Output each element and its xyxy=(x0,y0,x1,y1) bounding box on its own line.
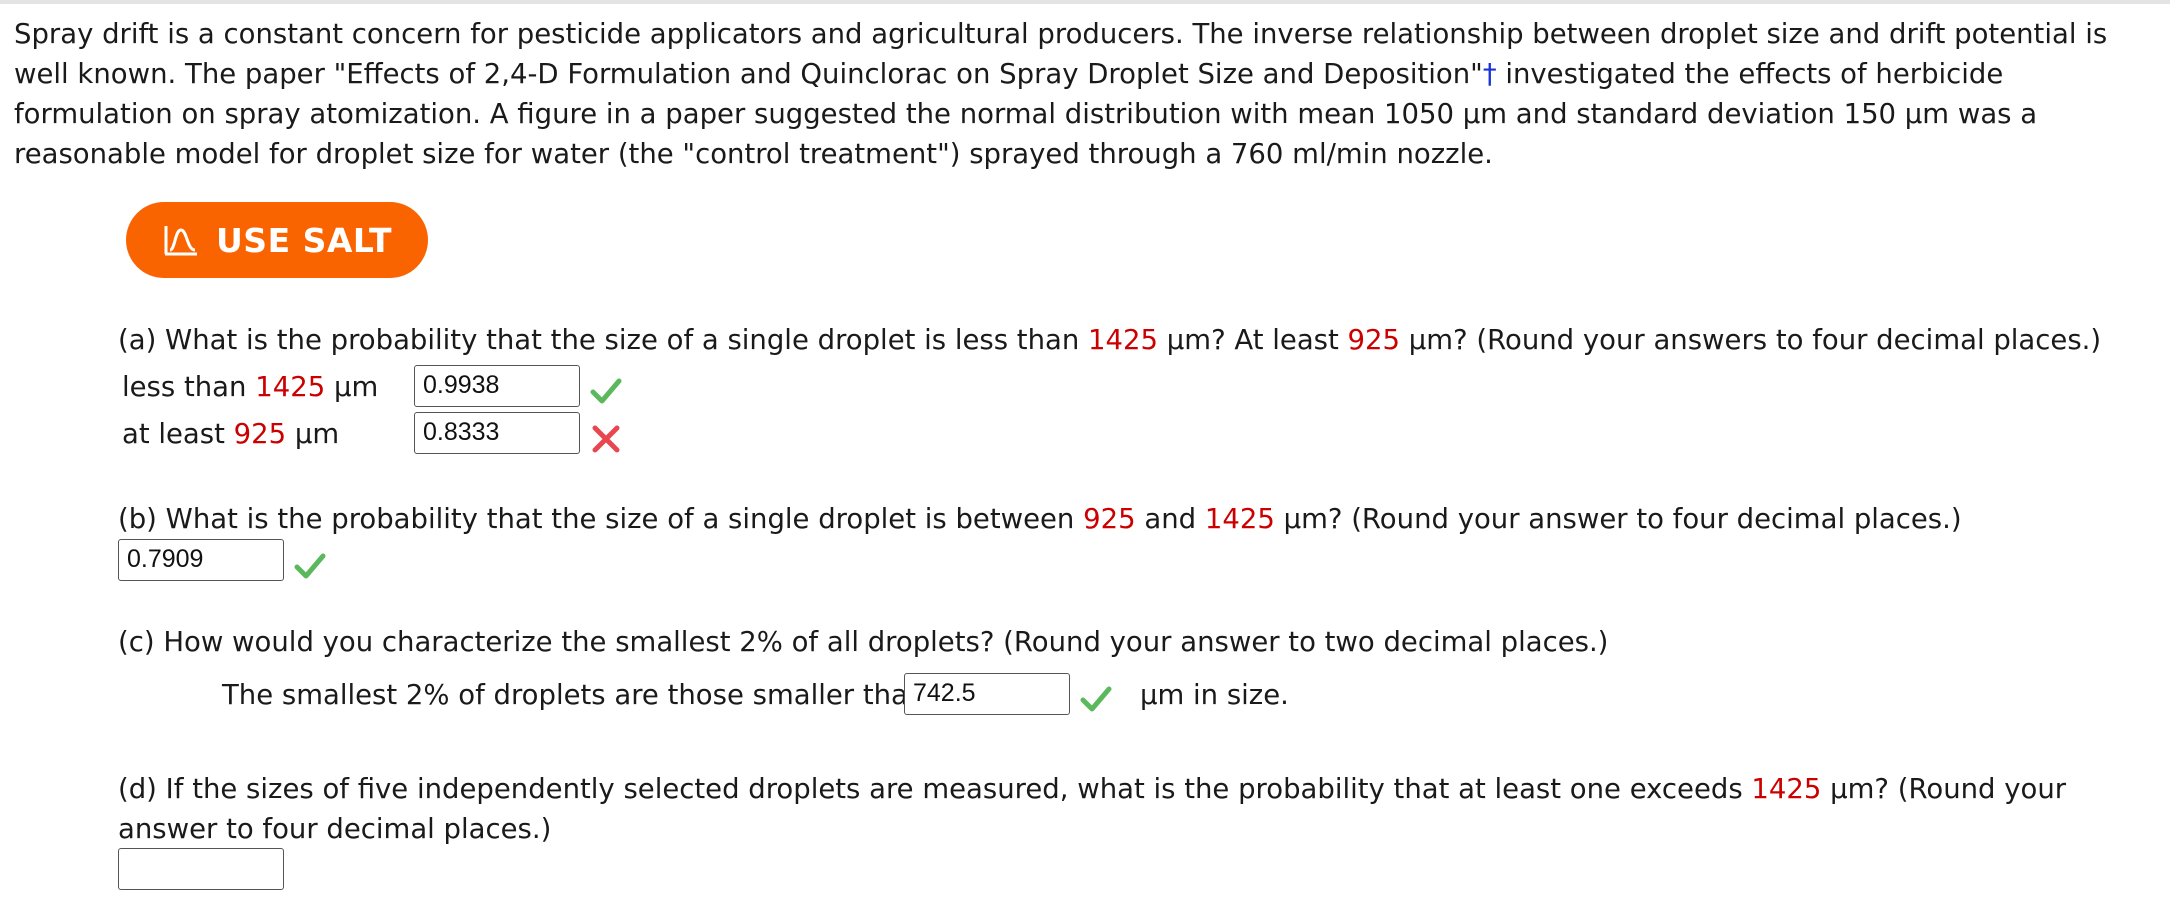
row-at-least-text: at least xyxy=(122,418,234,450)
incorrect-x-icon xyxy=(592,425,620,453)
row-at-least-value: 925 xyxy=(233,418,287,450)
question-b-text-end: μm? (Round your answer to four decimal p… xyxy=(1274,503,1962,535)
question-b-text-mid: and xyxy=(1135,503,1205,535)
use-salt-button[interactable]: USE SALT xyxy=(126,202,428,278)
footnote-dagger-link[interactable]: † xyxy=(1483,58,1497,90)
question-a-text: (a) What is the probability that the siz… xyxy=(118,324,1089,356)
row-at-least-unit: μm xyxy=(286,418,340,450)
correct-check-icon xyxy=(590,378,622,404)
question-b-value-1: 925 xyxy=(1083,503,1136,535)
question-a-value-1: 1425 xyxy=(1088,324,1159,356)
question-d: (d) If the sizes of five independently s… xyxy=(118,769,2148,849)
correct-check-icon xyxy=(1080,686,1112,712)
row-at-least-label: at least 925 μm xyxy=(122,414,339,454)
top-divider xyxy=(0,0,2170,4)
answer-a-less-than-input[interactable]: 0.9938 xyxy=(414,365,580,407)
answer-c-input[interactable]: 742.5 xyxy=(904,673,1070,715)
question-b: (b) What is the probability that the siz… xyxy=(118,499,1962,539)
question-c: (c) How would you characterize the small… xyxy=(118,626,1609,658)
question-d-value: 1425 xyxy=(1751,773,1822,805)
question-b-text: (b) What is the probability that the siz… xyxy=(118,503,1084,535)
question-c-unit: μm in size. xyxy=(1140,679,1289,711)
question-a-value-2: 925 xyxy=(1347,324,1401,356)
correct-check-icon xyxy=(294,553,326,579)
row-less-than-unit: μm xyxy=(325,371,379,403)
row-less-than-text: less than xyxy=(122,371,256,403)
question-a: (a) What is the probability that the siz… xyxy=(118,320,2101,360)
row-less-than-label: less than 1425 μm xyxy=(122,367,378,407)
answer-a-at-least-input[interactable]: 0.8333 xyxy=(414,412,580,454)
answer-d-input[interactable] xyxy=(118,848,284,890)
answer-b-input[interactable]: 0.7909 xyxy=(118,539,284,581)
salt-distribution-icon xyxy=(164,226,197,256)
row-less-than-value: 1425 xyxy=(255,371,326,403)
problem-intro: Spray drift is a constant concern for pe… xyxy=(14,14,2160,174)
question-a-text-mid: μm? At least xyxy=(1158,324,1348,356)
question-c-prompt: The smallest 2% of droplets are those sm… xyxy=(222,679,926,711)
question-a-text-end: μm? (Round your answers to four decimal … xyxy=(1400,324,2102,356)
use-salt-label: USE SALT xyxy=(216,220,392,260)
question-b-value-2: 1425 xyxy=(1204,503,1275,535)
question-d-text: (d) If the sizes of five independently s… xyxy=(118,773,1752,805)
